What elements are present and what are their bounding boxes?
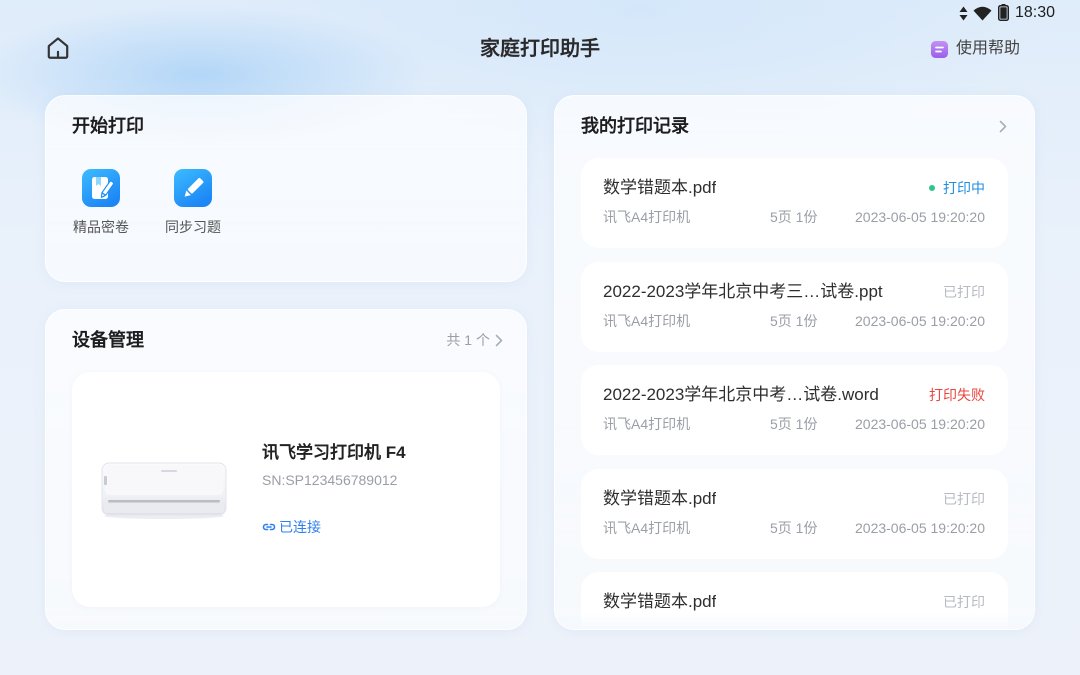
status-time: 18:30 [1015, 4, 1056, 21]
print-records-card: 我的打印记录 数学错题本.pdf 打印中 讯飞A4打印机 5页 1份 2023-… [554, 95, 1035, 630]
link-icon [262, 523, 276, 531]
help-button[interactable]: 使用帮助 [931, 39, 1020, 59]
record-file-name: 数学错题本.pdf [603, 592, 717, 611]
app-screen: { "status_bar": { "time": "18:30", "icon… [0, 0, 1080, 675]
page-title: 家庭打印助手 [480, 38, 600, 60]
chevron-right-icon[interactable] [999, 120, 1007, 133]
status-dot [929, 185, 935, 191]
wifi-icon [973, 6, 992, 21]
print-record-item[interactable]: 2022-2023学年北京中考三…试卷.ppt 已打印 讯飞A4打印机 5页 1… [581, 261, 1008, 352]
device-management-card: 设备管理 共 1 个 讯飞学习打印机 F4 SN:SP123456789012 … [45, 309, 527, 630]
record-time: 2023-06-05 19:20:20 [855, 519, 985, 536]
record-status-label: 已打印 [943, 283, 985, 300]
device-count-label: 共 1 个 [446, 332, 490, 348]
device-item[interactable]: 讯飞学习打印机 F4 SN:SP123456789012 已连接 [72, 372, 500, 607]
list-fade-overlay [555, 613, 1034, 629]
record-status-label: 打印失败 [929, 387, 985, 403]
battery-icon [998, 4, 1009, 21]
record-time: 2023-06-05 19:20:20 [855, 312, 985, 329]
record-file-name: 数学错题本.pdf [603, 488, 717, 508]
printer-image [101, 462, 227, 519]
print-record-item[interactable]: 2022-2023学年北京中考…试卷.word 打印失败 讯飞A4打印机 5页 … [581, 365, 1008, 455]
record-pages: 5页 1份 [770, 312, 818, 329]
device-name: 讯飞学习打印机 F4 [262, 443, 406, 462]
chevron-right-icon [495, 334, 503, 346]
record-file-name: 数学错题本.pdf [603, 178, 717, 197]
print-records-title: 我的打印记录 [581, 116, 689, 136]
help-doc-icon [931, 40, 948, 58]
device-management-title: 设备管理 [72, 330, 144, 350]
sync-exercise-label: 同步习题 [165, 219, 221, 235]
start-print-card: 开始打印 精品密卷 同步习题 [45, 95, 527, 282]
device-count-link[interactable]: 共 1 个 [446, 330, 503, 350]
record-file-name: 2022-2023学年北京中考三…试卷.ppt [603, 281, 883, 301]
sync-exercise-button[interactable]: 同步习题 [164, 169, 222, 237]
record-pages: 5页 1份 [770, 416, 818, 432]
device-status-label: 已连接 [279, 519, 321, 535]
record-printer: 讯飞A4打印机 [603, 519, 691, 536]
record-status: 已打印 [943, 592, 985, 612]
exam-paper-button[interactable]: 精品密卷 [72, 169, 130, 237]
exam-paper-icon [82, 169, 120, 207]
record-status-label: 打印中 [943, 180, 985, 196]
print-records-list: 数学错题本.pdf 打印中 讯飞A4打印机 5页 1份 2023-06-05 1… [581, 158, 1008, 629]
exam-paper-label: 精品密卷 [73, 219, 129, 235]
data-arrows-icon [959, 6, 968, 21]
record-status-label: 已打印 [943, 594, 985, 610]
record-time: 2023-06-05 19:20:20 [855, 416, 985, 432]
record-status: 打印失败 [929, 385, 985, 405]
record-printer: 讯飞A4打印机 [603, 416, 691, 432]
record-status-label: 已打印 [943, 490, 985, 507]
record-time: 2023-06-05 19:20:20 [855, 209, 985, 225]
record-printer: 讯飞A4打印机 [603, 312, 691, 329]
pencil-edit-icon [174, 169, 212, 207]
record-status: 已打印 [943, 282, 985, 302]
start-print-title: 开始打印 [72, 116, 144, 136]
device-serial-number: SN:SP123456789012 [262, 472, 398, 488]
record-status: 打印中 [929, 178, 985, 198]
help-label: 使用帮助 [956, 40, 1021, 57]
record-printer: 讯飞A4打印机 [603, 209, 691, 225]
record-pages: 5页 1份 [770, 209, 818, 225]
device-connection-status: 已连接 [262, 517, 321, 537]
record-pages: 5页 1份 [770, 519, 818, 536]
start-print-options: 精品密卷 同步习题 [72, 169, 222, 237]
record-status: 已打印 [943, 489, 985, 509]
print-record-item[interactable]: 数学错题本.pdf 已打印 讯飞A4打印机 5页 1份 2023-06-05 1… [581, 468, 1008, 559]
print-record-item[interactable]: 数学错题本.pdf 打印中 讯飞A4打印机 5页 1份 2023-06-05 1… [581, 158, 1008, 248]
record-file-name: 2022-2023学年北京中考…试卷.word [603, 385, 879, 404]
